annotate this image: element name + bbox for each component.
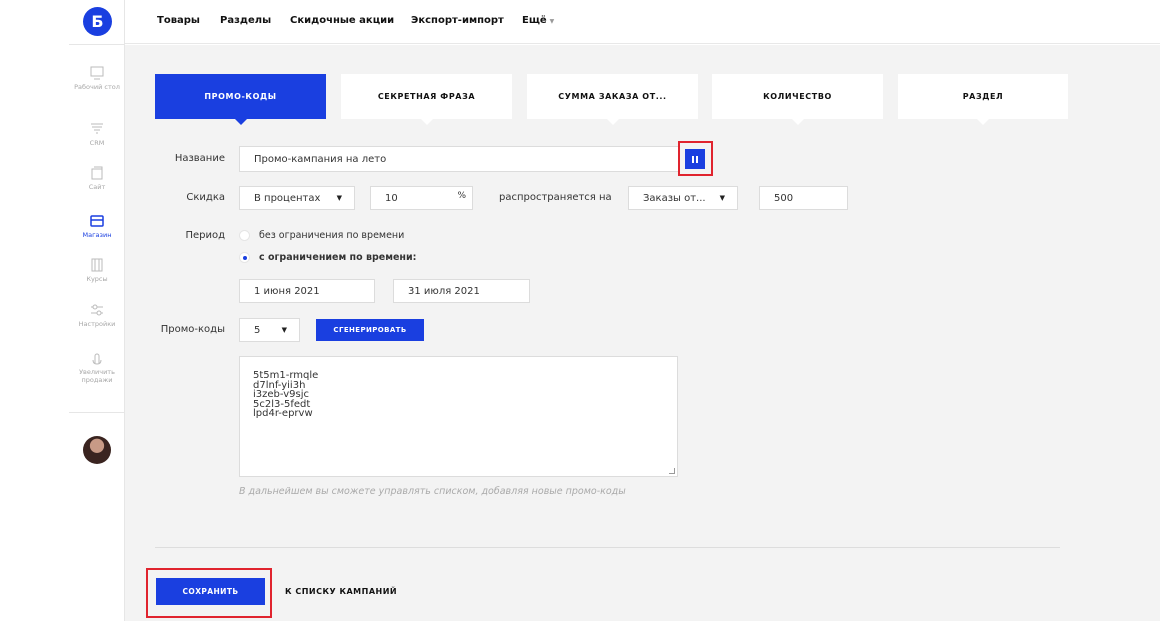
sidebar-divider bbox=[69, 412, 125, 413]
app-root: Б Рабочий стол CRM Сайт Магазин Курсы На… bbox=[0, 0, 1160, 621]
percent-sign: % bbox=[457, 191, 466, 201]
generate-button[interactable]: СГЕНЕРИРОВАТЬ bbox=[316, 319, 424, 341]
promo-code-line: lpd4r-eprvw bbox=[253, 408, 313, 419]
applies-to-label: распространяется на bbox=[499, 192, 612, 203]
courses-icon bbox=[91, 258, 103, 272]
nav-item-sections[interactable]: Разделы bbox=[220, 15, 271, 26]
applies-to-value: Заказы от... bbox=[643, 192, 706, 204]
discount-value-input[interactable]: 10 % bbox=[370, 186, 473, 210]
monitor-icon bbox=[90, 66, 104, 80]
sidebar: Б Рабочий стол CRM Сайт Магазин Курсы На… bbox=[69, 0, 125, 621]
discount-value: 10 bbox=[385, 192, 398, 204]
period-limited-label: с ограничением по времени: bbox=[259, 252, 417, 263]
discount-label: Скидка bbox=[186, 192, 225, 203]
sidebar-item-settings[interactable]: Настройки bbox=[69, 302, 125, 328]
tab-section[interactable]: РАЗДЕЛ bbox=[898, 74, 1068, 125]
funnel-icon bbox=[91, 123, 103, 134]
sidebar-item-shop[interactable]: Магазин bbox=[69, 213, 125, 239]
promo-codes-textarea[interactable]: 5t5m1-rmqle d7lnf-yii3h i3zeb-v9sjc 5c2l… bbox=[239, 356, 678, 477]
sidebar-item-courses[interactable]: Курсы bbox=[69, 257, 125, 283]
sidebar-item-crm[interactable]: CRM bbox=[69, 121, 125, 147]
sidebar-item-label: Увеличить продажи bbox=[79, 368, 115, 384]
sidebar-item-label: Сайт bbox=[88, 183, 106, 191]
date-to-value: 31 июля 2021 bbox=[408, 285, 480, 297]
period-unlimited-label: без ограничения по времени bbox=[259, 230, 405, 241]
nav-item-export-import[interactable]: Экспорт-импорт bbox=[411, 15, 504, 26]
date-from-value: 1 июня 2021 bbox=[254, 285, 320, 297]
top-navigation: Товары Разделы Скидочные акции Экспорт-и… bbox=[125, 0, 1160, 44]
form-divider bbox=[155, 547, 1060, 548]
nav-item-products[interactable]: Товары bbox=[157, 15, 200, 26]
chevron-down-icon: ▼ bbox=[549, 18, 555, 25]
tab-secret-phrase[interactable]: СЕКРЕТНАЯ ФРАЗА bbox=[341, 74, 512, 125]
sidebar-item-label: Рабочий стол bbox=[74, 83, 120, 91]
site-icon bbox=[91, 166, 103, 180]
logo[interactable]: Б bbox=[83, 7, 112, 36]
applies-to-select[interactable]: Заказы от... ▼ bbox=[628, 186, 738, 210]
resize-handle-icon[interactable] bbox=[669, 468, 675, 474]
codes-count-value: 5 bbox=[254, 324, 261, 336]
logo-letter: Б bbox=[91, 12, 104, 31]
name-label: Название bbox=[174, 153, 225, 164]
name-input[interactable]: Промо-кампания на лето bbox=[239, 146, 680, 172]
sidebar-item-site[interactable]: Сайт bbox=[69, 165, 125, 191]
nav-item-more[interactable]: Ещё ▼ bbox=[522, 15, 554, 26]
promo-code-line: 5c2l3-5fedt bbox=[253, 398, 311, 410]
sidebar-item-label: Настройки bbox=[78, 320, 116, 328]
sidebar-item-sales[interactable]: Увеличить продажи bbox=[69, 350, 125, 384]
promo-codes-hint: В дальнейшем вы сможете управлять списко… bbox=[239, 486, 626, 497]
tab-promo-codes[interactable]: ПРОМО-КОДЫ bbox=[155, 74, 326, 125]
highlight-frame-save bbox=[146, 568, 272, 618]
back-to-campaigns-link[interactable]: К СПИСКУ КАМПАНИЙ bbox=[285, 587, 397, 596]
sidebar-item-label: Магазин bbox=[82, 231, 112, 239]
avatar[interactable] bbox=[83, 436, 111, 464]
shop-icon bbox=[90, 215, 104, 227]
main-content: ПРОМО-КОДЫ СЕКРЕТНАЯ ФРАЗА СУММА ЗАКАЗА … bbox=[125, 45, 1160, 621]
promo-codes-label: Промо-коды bbox=[160, 324, 225, 335]
discount-type-value: В процентах bbox=[254, 192, 321, 204]
sidebar-divider bbox=[69, 44, 125, 45]
promo-code-line: 5t5m1-rmqle bbox=[253, 370, 319, 381]
chevron-down-icon: ▼ bbox=[719, 194, 725, 202]
promo-code-line: d7lnf-yii3h bbox=[253, 379, 306, 391]
order-amount-input[interactable]: 500 bbox=[759, 186, 848, 210]
sidebar-item-label: Курсы bbox=[86, 275, 108, 283]
date-to-input[interactable]: 31 июля 2021 bbox=[393, 279, 530, 303]
period-unlimited-radio[interactable] bbox=[239, 230, 250, 241]
date-from-input[interactable]: 1 июня 2021 bbox=[239, 279, 375, 303]
nav-item-discounts[interactable]: Скидочные акции bbox=[290, 15, 394, 26]
order-amount-value: 500 bbox=[774, 192, 794, 204]
name-input-value: Промо-кампания на лето bbox=[254, 153, 387, 165]
settings-icon bbox=[91, 304, 103, 316]
tab-quantity[interactable]: КОЛИЧЕСТВО bbox=[712, 74, 883, 125]
period-label: Период bbox=[185, 230, 225, 241]
sidebar-item-desktop[interactable]: Рабочий стол bbox=[69, 65, 125, 91]
sidebar-item-label: CRM bbox=[89, 139, 105, 147]
nav-more-label: Ещё bbox=[522, 15, 547, 26]
promo-code-line: i3zeb-v9sjc bbox=[253, 389, 309, 400]
tab-order-sum[interactable]: СУММА ЗАКАЗА ОТ... bbox=[527, 74, 698, 125]
codes-count-select[interactable]: 5 ▼ bbox=[239, 318, 300, 342]
chevron-down-icon: ▼ bbox=[336, 194, 342, 202]
period-limited-radio[interactable] bbox=[239, 252, 250, 263]
discount-type-select[interactable]: В процентах ▼ bbox=[239, 186, 355, 210]
hand-icon bbox=[92, 353, 102, 365]
highlight-frame-pause bbox=[678, 141, 713, 176]
chevron-down-icon: ▼ bbox=[281, 326, 287, 334]
